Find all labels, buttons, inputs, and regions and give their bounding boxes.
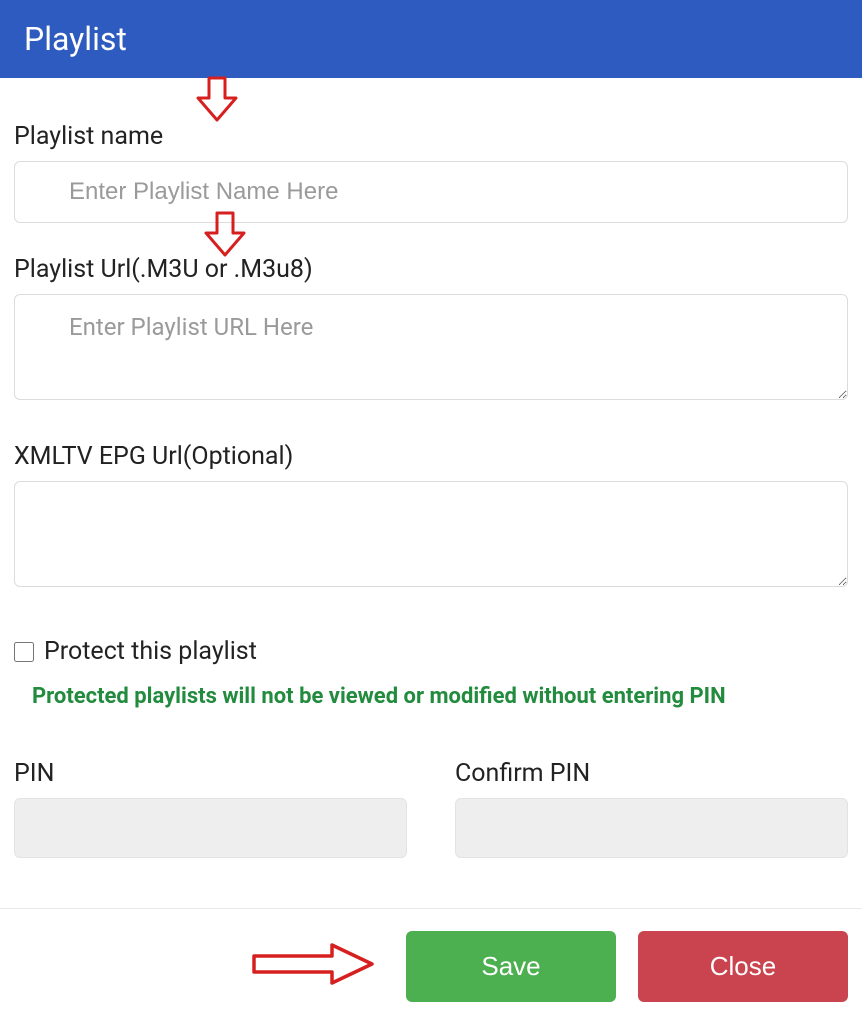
dialog-header: Playlist xyxy=(0,0,862,78)
dialog-footer: Save Close xyxy=(0,908,862,1024)
annotation-arrow-down-icon xyxy=(192,74,242,124)
playlist-name-group: Playlist name xyxy=(14,122,848,223)
confirm-pin-group: Confirm PIN xyxy=(455,759,848,858)
epg-url-input[interactable] xyxy=(14,481,848,587)
pin-row: PIN Confirm PIN xyxy=(14,759,848,858)
pin-input[interactable] xyxy=(14,798,407,858)
protect-checkbox-label: Protect this playlist xyxy=(44,637,257,666)
protect-checkbox-row: Protect this playlist xyxy=(14,637,848,666)
annotation-arrow-down-icon xyxy=(200,209,250,259)
confirm-pin-input[interactable] xyxy=(455,798,848,858)
playlist-url-group: Playlist Url(.M3U or .M3u8) xyxy=(14,255,848,404)
dialog-title: Playlist xyxy=(24,20,127,58)
playlist-name-input[interactable] xyxy=(14,161,848,223)
protect-hint-text: Protected playlists will not be viewed o… xyxy=(14,680,848,713)
pin-group: PIN xyxy=(14,759,407,858)
epg-url-group: XMLTV EPG Url(Optional) xyxy=(14,442,848,591)
annotation-arrow-right-icon xyxy=(248,939,378,989)
dialog-content: Playlist name Playlist Url(.M3U or .M3u8… xyxy=(0,122,862,858)
save-button[interactable]: Save xyxy=(406,931,616,1002)
playlist-url-input[interactable] xyxy=(14,294,848,400)
confirm-pin-label: Confirm PIN xyxy=(455,759,848,788)
epg-url-label: XMLTV EPG Url(Optional) xyxy=(14,442,848,471)
playlist-name-label: Playlist name xyxy=(14,122,848,151)
close-button[interactable]: Close xyxy=(638,931,848,1002)
playlist-url-label: Playlist Url(.M3U or .M3u8) xyxy=(14,255,848,284)
pin-label: PIN xyxy=(14,759,407,788)
protect-checkbox[interactable] xyxy=(14,642,34,662)
